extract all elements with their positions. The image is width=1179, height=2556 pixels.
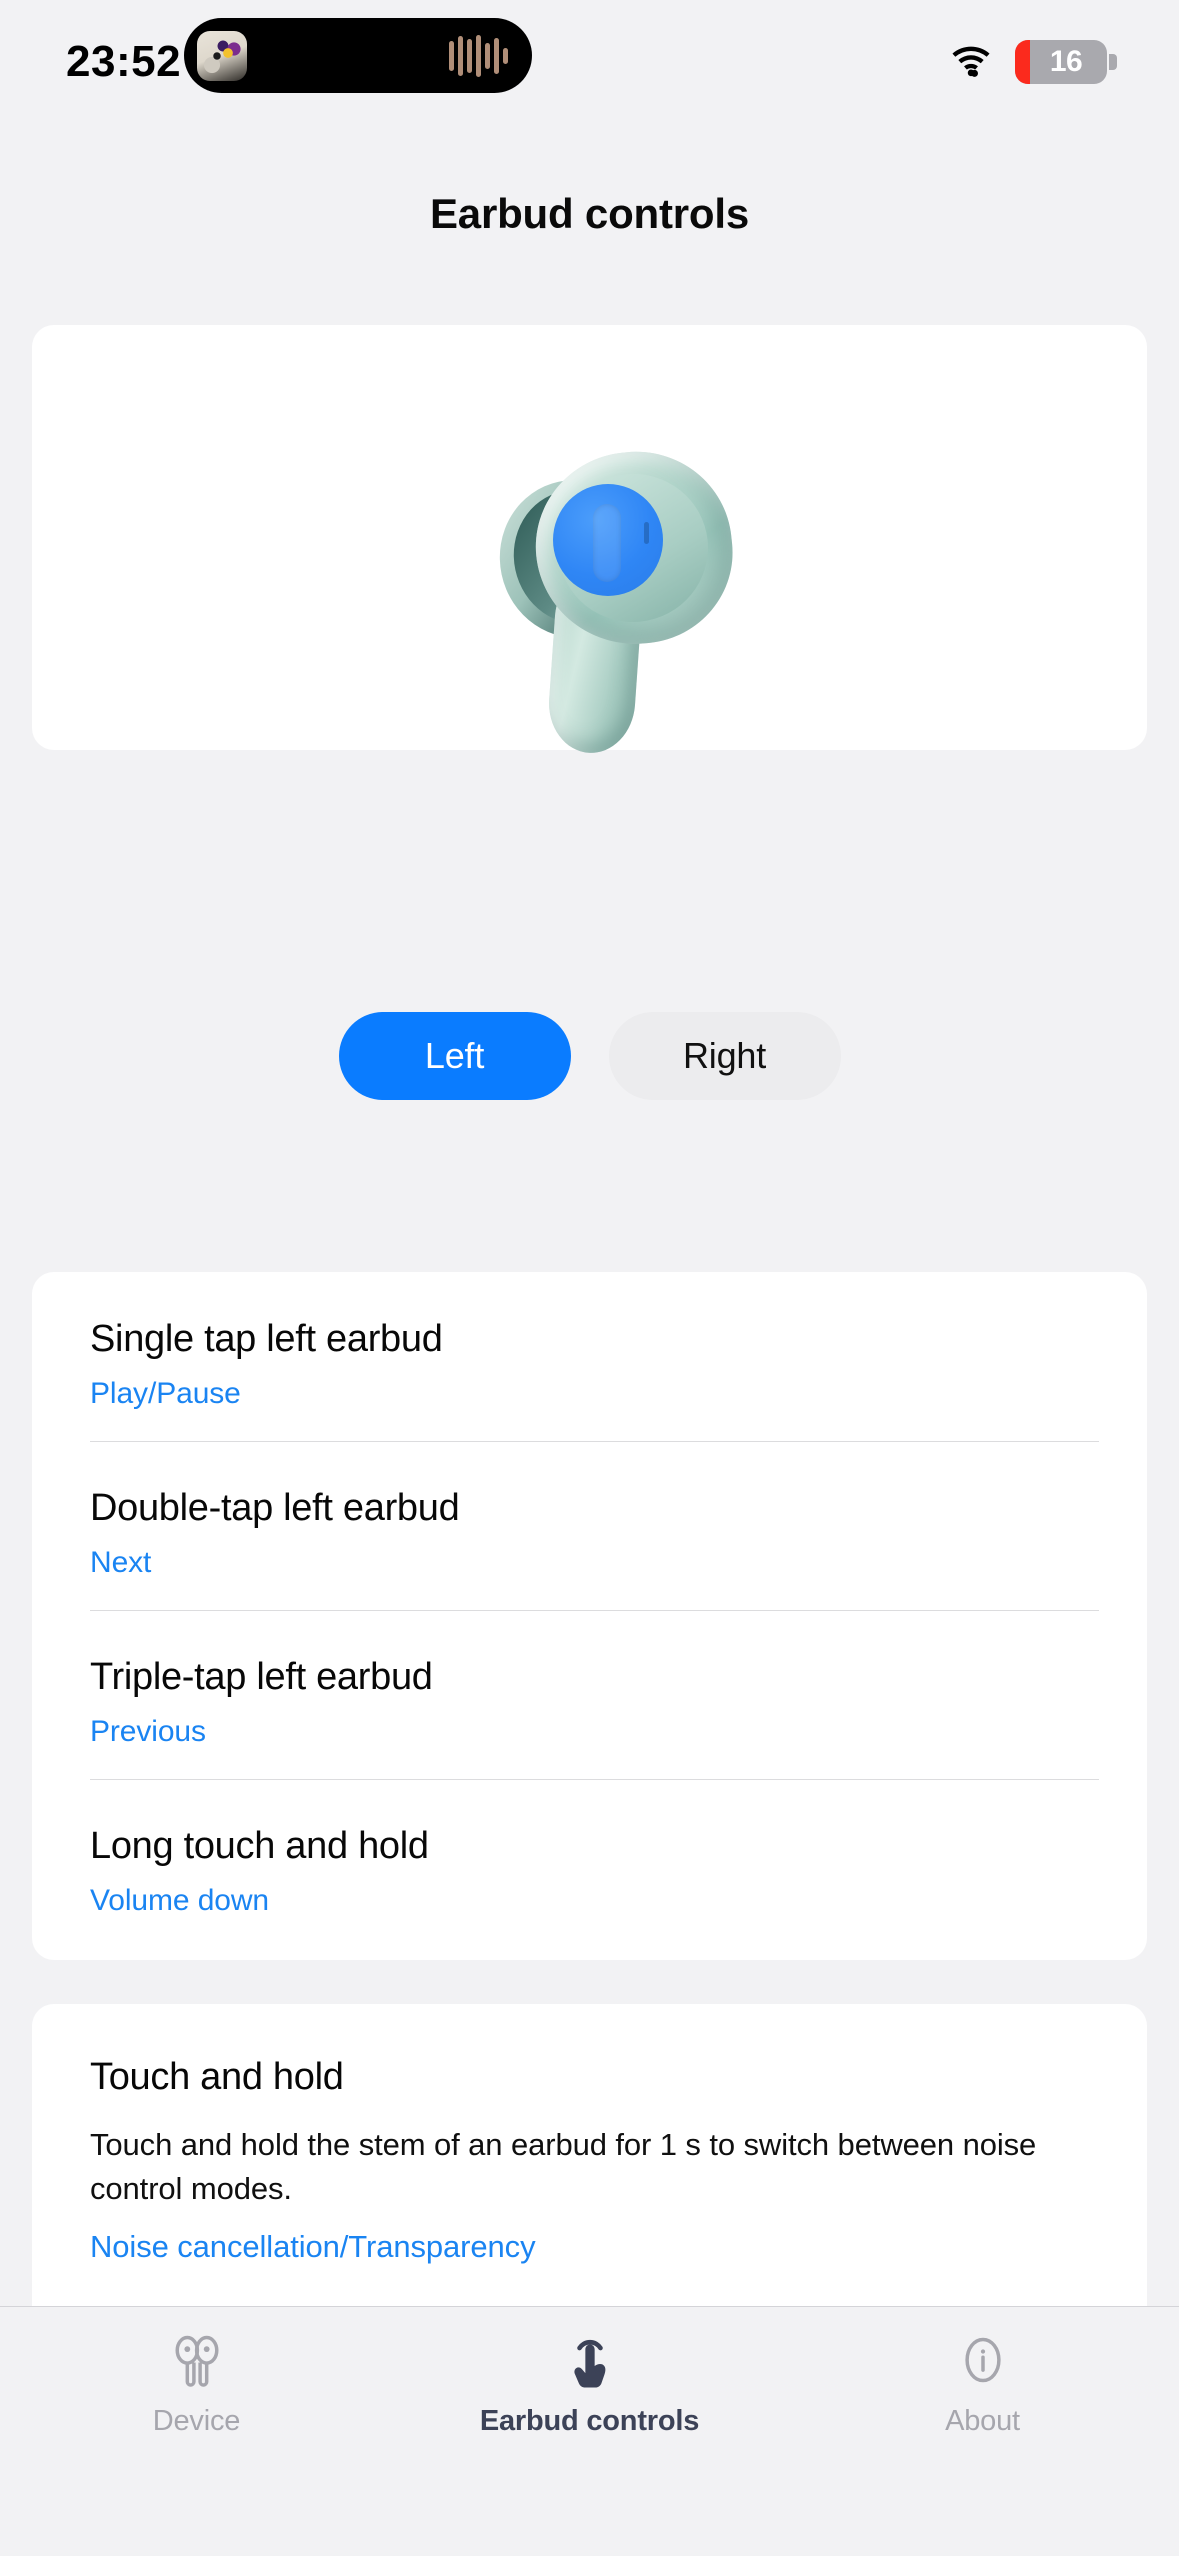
touch-and-hold-card: Touch and hold Touch and hold the stem o… xyxy=(32,2004,1147,2334)
battery-body: 16 xyxy=(1015,40,1107,84)
page-title: Earbud controls xyxy=(429,190,750,237)
earbud-preview-card xyxy=(32,325,1147,756)
list-item[interactable]: Long touch and hold Volume down xyxy=(32,1779,1147,1948)
battery-cap xyxy=(1109,54,1117,70)
gesture-label: Double-tap left earbud xyxy=(90,1487,460,1529)
earbud-touch-slot xyxy=(592,503,621,582)
side-button-left[interactable]: Left xyxy=(338,1012,571,1100)
list-item[interactable]: Single tap left earbud Play/Pause xyxy=(32,1272,1147,1441)
status-bar: 23:52 16 xyxy=(0,0,1179,118)
list-item[interactable]: Triple-tap left earbud Previous xyxy=(32,1610,1147,1779)
dynamic-island[interactable] xyxy=(184,18,532,93)
earbud-side-selector: Left Right xyxy=(0,1012,1179,1100)
tab-about[interactable]: About xyxy=(786,2329,1179,2438)
tab-device[interactable]: Device xyxy=(0,2329,393,2438)
gesture-controls-list-card: Single tap left earbud Play/Pause Double… xyxy=(32,1272,1147,1960)
battery-percent-label: 16 xyxy=(1049,45,1083,78)
info-circle-icon xyxy=(952,2329,1014,2391)
album-art-thumbnail xyxy=(197,30,247,81)
gesture-action-value[interactable]: Volume down xyxy=(90,1884,1089,1918)
gesture-label: Long touch and hold xyxy=(90,1825,429,1867)
tab-label: Earbud controls xyxy=(479,2405,700,2437)
touch-and-hold-title: Touch and hold xyxy=(90,2056,344,2098)
battery-indicator: 16 xyxy=(1015,40,1117,84)
tap-gesture-icon xyxy=(559,2329,621,2391)
gesture-label: Triple-tap left earbud xyxy=(90,1656,433,1698)
tab-earbud-controls[interactable]: Earbud controls xyxy=(393,2329,786,2438)
touch-and-hold-description: Touch and hold the stem of an earbud for… xyxy=(90,2127,1037,2207)
earbud-touch-dash xyxy=(643,521,649,544)
status-bar-indicators: 16 xyxy=(949,40,1117,84)
gesture-action-value[interactable]: Previous xyxy=(90,1715,1089,1749)
gesture-action-value[interactable]: Next xyxy=(90,1546,1089,1580)
list-item[interactable]: Double-tap left earbud Next xyxy=(32,1441,1147,1610)
tab-label: Device xyxy=(152,2405,241,2437)
earbuds-icon xyxy=(166,2329,228,2391)
side-button-right[interactable]: Right xyxy=(608,1012,841,1100)
tab-label: About xyxy=(945,2405,1020,2437)
touch-and-hold-value[interactable]: Noise cancellation/Transparency xyxy=(90,2229,1089,2265)
earbud-illustration xyxy=(32,325,1147,870)
battery-fill xyxy=(1015,40,1030,84)
wifi-icon xyxy=(949,45,993,79)
earbud-graphic xyxy=(440,438,741,758)
audio-waveform-icon xyxy=(449,34,508,77)
gesture-action-value[interactable]: Play/Pause xyxy=(90,1377,1089,1411)
status-bar-time: 23:52 xyxy=(66,37,182,86)
bottom-tab-bar: Device Earbud controls About xyxy=(0,2306,1179,2556)
app-screen: 23:52 16 Earbud controls Left Right Sing… xyxy=(0,0,1179,2556)
gesture-label: Single tap left earbud xyxy=(90,1318,443,1360)
earbud-touch-area-highlight xyxy=(552,483,663,596)
